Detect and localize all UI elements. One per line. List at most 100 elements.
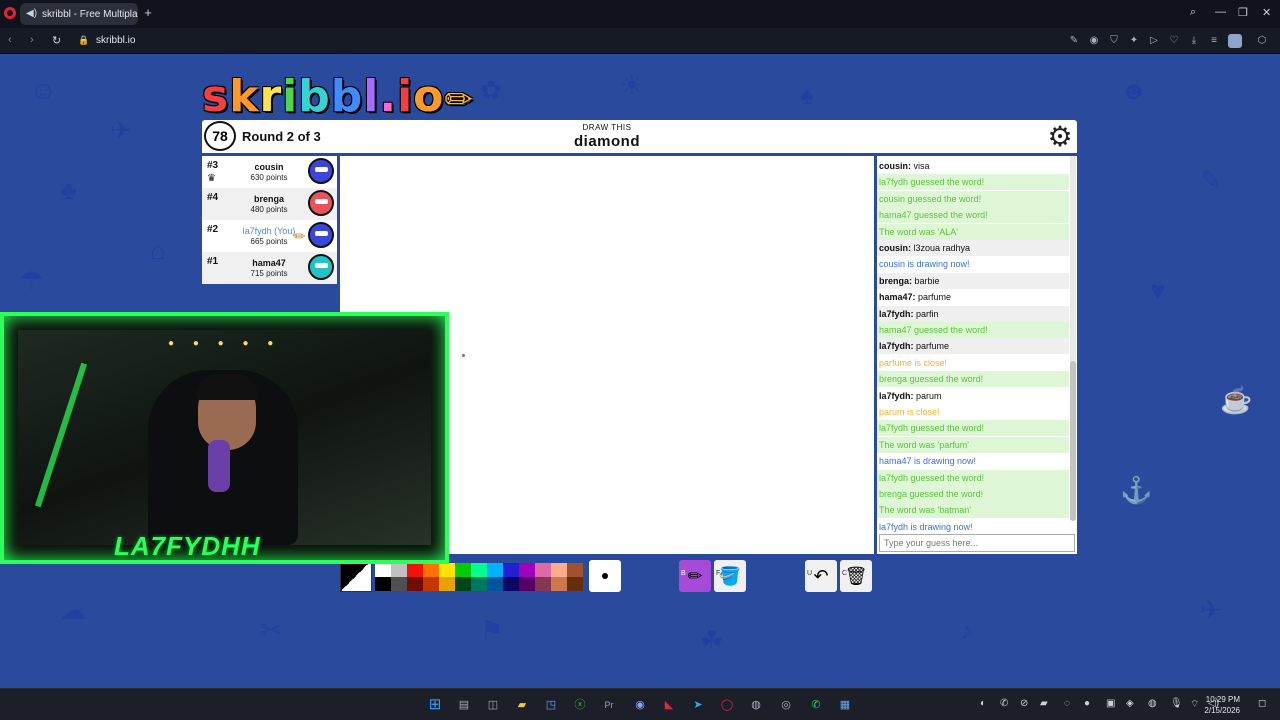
app-icon[interactable]: ◳ <box>543 697 559 713</box>
color-swatch[interactable] <box>535 577 551 591</box>
guess-input[interactable] <box>879 534 1075 552</box>
clear-button[interactable]: C 🗑 <box>840 560 872 592</box>
back-icon[interactable]: ‹ <box>8 34 12 46</box>
opera-icon[interactable]: ◯ <box>719 697 735 713</box>
undo-button[interactable]: U ↶ <box>805 560 837 592</box>
fill-tool-button[interactable]: F 🪣 <box>714 560 746 592</box>
system-clock[interactable]: 10:29 PM 2/15/2026 <box>1204 694 1240 716</box>
tray-icon[interactable]: ▣ <box>1106 698 1115 709</box>
color-swatch[interactable] <box>551 577 567 591</box>
xbox-icon[interactable]: ⓧ <box>572 697 588 713</box>
round-indicator: Round 2 of 3 <box>242 129 321 144</box>
extension-icon[interactable]: ✦ <box>1128 35 1140 47</box>
search-tabs-icon[interactable]: ⌕ <box>1190 6 1196 19</box>
color-swatch[interactable] <box>423 563 439 577</box>
tray-icon[interactable]: ● <box>1084 698 1090 709</box>
steam-icon[interactable]: ◍ <box>748 697 764 713</box>
color-swatch[interactable] <box>407 577 423 591</box>
skribbl-logo[interactable]: skribbl.io✏ <box>202 71 474 122</box>
current-color-preview[interactable] <box>340 560 372 592</box>
pencil-tool-button[interactable]: B ✏ <box>679 560 711 592</box>
color-swatch[interactable] <box>439 577 455 591</box>
chat-text: The word was 'ALA' <box>879 226 958 237</box>
color-swatch[interactable] <box>439 563 455 577</box>
windows-start-icon[interactable]: ⊞ <box>427 697 443 713</box>
color-swatch[interactable] <box>375 577 391 591</box>
color-swatch[interactable] <box>535 563 551 577</box>
play-icon[interactable]: ▷ <box>1148 35 1160 47</box>
color-swatch[interactable] <box>423 577 439 591</box>
opera-logo-icon[interactable] <box>4 7 16 19</box>
notifications-icon[interactable]: ◻ <box>1258 698 1266 709</box>
color-swatch[interactable] <box>567 577 583 591</box>
color-swatch[interactable] <box>455 563 471 577</box>
settings-gear-icon[interactable]: ⚙ <box>1045 122 1075 152</box>
heart-icon[interactable]: ♡ <box>1168 35 1180 47</box>
color-swatch[interactable] <box>471 563 487 577</box>
tray-icon[interactable]: ◌ <box>1064 698 1070 709</box>
player-row[interactable]: #2 la7fydh (You) 665 points ✏ <box>202 220 337 252</box>
color-swatch[interactable] <box>519 563 535 577</box>
shield-icon[interactable]: ⛉ <box>1108 35 1120 47</box>
brush-size-button[interactable] <box>589 560 621 592</box>
color-swatch[interactable] <box>503 577 519 591</box>
premiere-icon[interactable]: Pr <box>601 697 617 713</box>
camera-icon[interactable]: ◉ <box>1088 35 1100 47</box>
color-swatch[interactable] <box>391 563 407 577</box>
microphone-icon[interactable]: 🎙 <box>1170 698 1183 709</box>
color-swatch[interactable] <box>471 577 487 591</box>
player-row[interactable]: #3 ♛ cousin 630 points <box>202 156 337 188</box>
player-row[interactable]: #1 hama47 715 points <box>202 252 337 284</box>
discord-icon[interactable]: ◉ <box>632 697 648 713</box>
address-bar: ‹ › ↻ 🔒 skribbl.io ✎ ◉ ⛉ ✦ ▷ ♡ ⤓ ≡ ⬡ <box>0 28 1280 54</box>
minimize-button[interactable]: — <box>1215 6 1226 18</box>
speaker-icon[interactable]: ◀) <box>26 8 38 20</box>
download-icon[interactable]: ⤓ <box>1188 35 1200 47</box>
close-button[interactable]: ✕ <box>1262 6 1271 19</box>
reload-icon[interactable]: ↻ <box>52 34 61 47</box>
color-swatch[interactable] <box>503 563 519 577</box>
player-avatar <box>308 190 334 216</box>
clock-date: 2/15/2026 <box>1204 706 1240 715</box>
browser-tab[interactable]: ◀) skribbl - Free Multipla <box>20 3 138 25</box>
color-swatch[interactable] <box>375 563 391 577</box>
color-swatch[interactable] <box>519 577 535 591</box>
file-explorer-icon[interactable]: ▰ <box>514 697 530 713</box>
color-swatch[interactable] <box>487 563 503 577</box>
tray-icon[interactable]: ◐ <box>980 698 986 709</box>
chat-text: parum <box>913 390 942 401</box>
app-icon[interactable]: ▤ <box>456 697 472 713</box>
tray-icon[interactable]: ▰ <box>1040 698 1048 709</box>
color-swatch[interactable] <box>407 563 423 577</box>
doodle-icon: ☺ <box>30 75 57 105</box>
tray-icon[interactable]: ◍ <box>1148 698 1157 709</box>
tray-icon[interactable]: ◈ <box>1126 698 1134 709</box>
color-swatch[interactable] <box>551 563 567 577</box>
cube-icon[interactable]: ⬡ <box>1256 35 1268 47</box>
tray-icon[interactable]: ✆ <box>1000 698 1008 709</box>
chat-message: la7fydh: parfume <box>877 338 1069 355</box>
fill-bucket-icon: 🪣 <box>718 566 742 586</box>
forward-icon[interactable]: › <box>30 34 34 46</box>
edit-icon[interactable]: ✎ <box>1068 35 1080 47</box>
color-swatch[interactable] <box>455 577 471 591</box>
app-icon[interactable]: ◎ <box>778 697 794 713</box>
url-field[interactable]: skribbl.io <box>96 35 135 46</box>
telegram-icon[interactable]: ➤ <box>690 697 706 713</box>
new-tab-button[interactable]: + <box>140 5 156 21</box>
color-swatch[interactable] <box>567 563 583 577</box>
chat-scrollbar-thumb[interactable] <box>1070 361 1076 521</box>
profile-avatar-icon[interactable] <box>1228 34 1242 48</box>
color-swatch[interactable] <box>487 577 503 591</box>
notepad-icon[interactable]: ▦ <box>837 697 853 713</box>
color-swatch[interactable] <box>391 577 407 591</box>
whatsapp-icon[interactable]: ✆ <box>808 697 824 713</box>
network-icon[interactable]: ⌔ <box>1190 698 1199 711</box>
tray-icon[interactable]: ⊘ <box>1020 698 1028 709</box>
maximize-button[interactable]: ❐ <box>1238 6 1248 19</box>
app-icon[interactable]: ◣ <box>661 697 677 713</box>
app-icon[interactable]: ◫ <box>485 697 501 713</box>
brush-size-dot <box>602 573 608 579</box>
menu-icon[interactable]: ≡ <box>1208 35 1220 47</box>
player-row[interactable]: #4 brenga 480 points <box>202 188 337 220</box>
